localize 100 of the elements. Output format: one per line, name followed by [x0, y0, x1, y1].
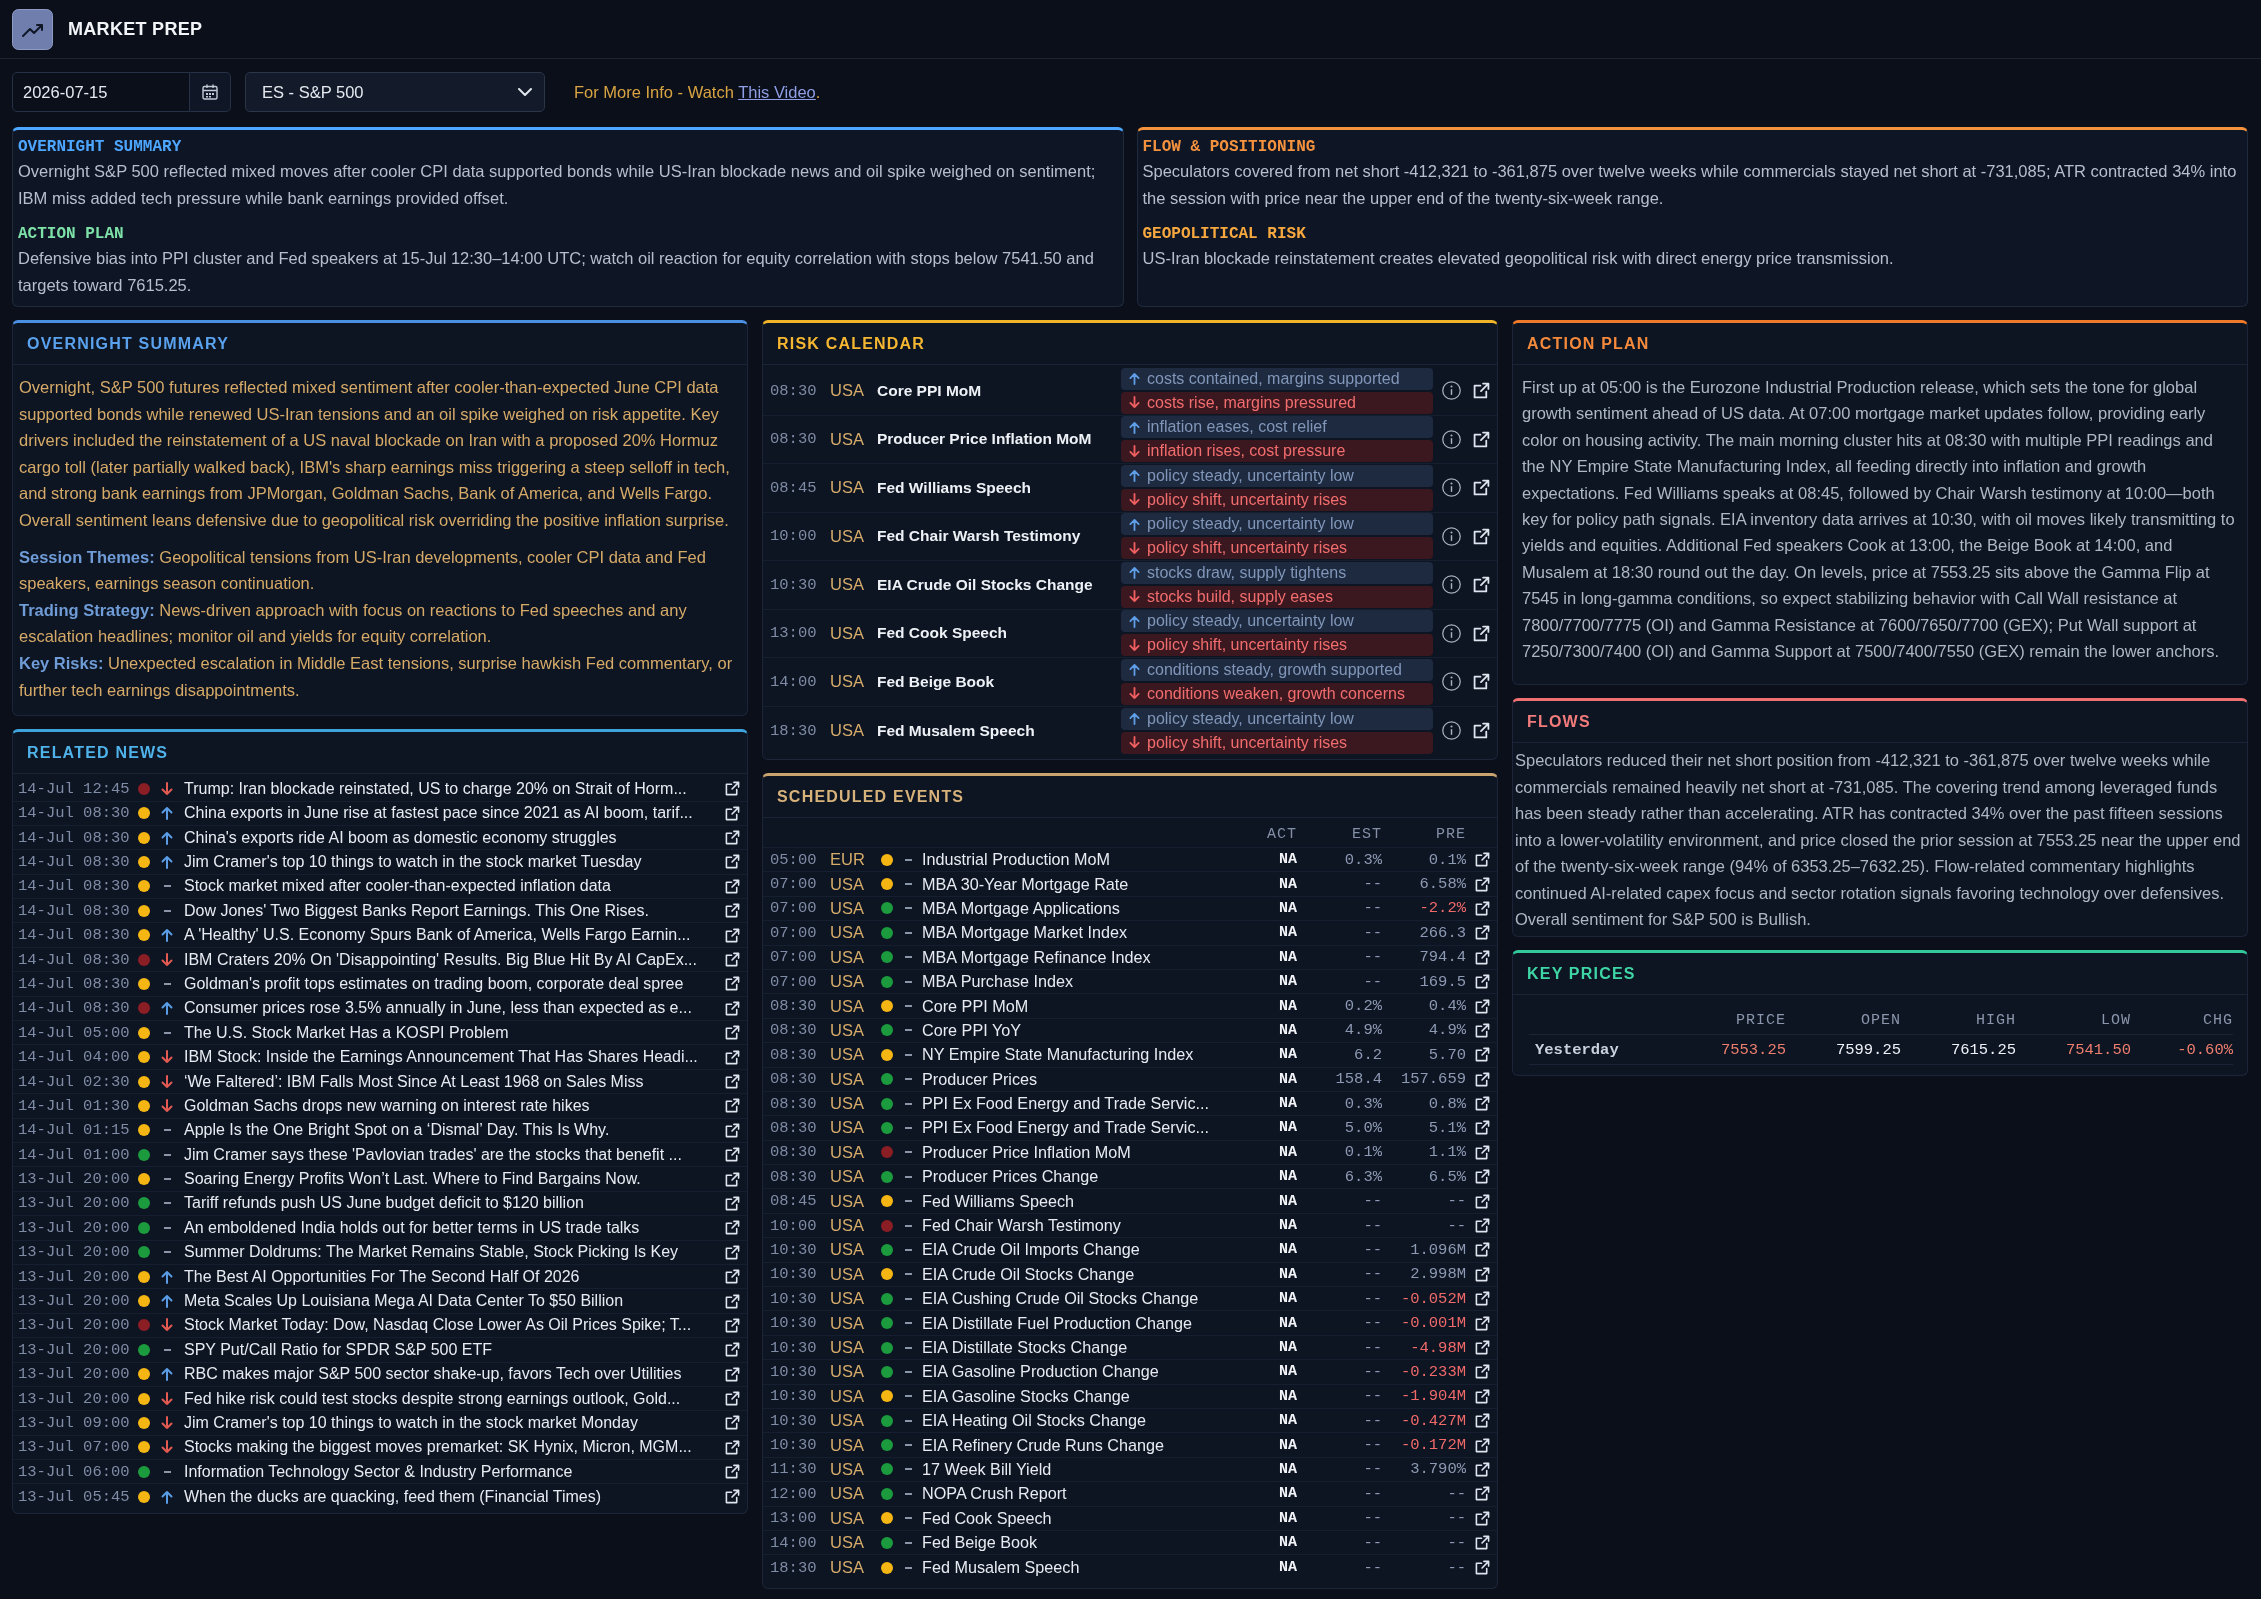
instrument-dropdown[interactable]: ES - S&P 500 [245, 72, 545, 112]
external-link-icon[interactable] [1473, 527, 1490, 545]
external-link-icon[interactable] [1475, 1413, 1490, 1429]
info-icon[interactable] [1442, 672, 1461, 692]
external-link-icon[interactable] [1473, 722, 1490, 740]
external-link-icon[interactable] [1475, 1388, 1490, 1404]
external-link-icon[interactable] [1475, 1047, 1490, 1063]
external-link-icon[interactable] [725, 1366, 740, 1382]
external-link-icon[interactable] [725, 903, 740, 919]
external-link-icon[interactable] [725, 1074, 740, 1089]
external-link-icon[interactable] [1475, 1071, 1490, 1087]
external-link-icon[interactable] [725, 830, 740, 846]
external-link-icon[interactable] [725, 805, 740, 821]
external-link-icon[interactable] [725, 927, 740, 943]
external-link-icon[interactable] [725, 1025, 740, 1041]
news-time: 13-Jul 20:00 [18, 1365, 131, 1384]
external-link-icon[interactable] [725, 1195, 740, 1211]
previous-value: 794.4 [1418, 948, 1466, 967]
external-link-icon[interactable] [1475, 876, 1490, 892]
external-link-icon[interactable] [725, 781, 740, 797]
external-link-icon[interactable] [1475, 1266, 1490, 1282]
external-link-icon[interactable] [725, 952, 740, 968]
external-link-icon[interactable] [725, 1293, 740, 1309]
external-link-icon[interactable] [1473, 576, 1490, 594]
event-name: Core PPI MoM [877, 381, 983, 400]
video-link[interactable]: This Video [738, 82, 816, 101]
estimate-value: -- [1362, 1362, 1382, 1381]
external-link-icon[interactable] [1473, 673, 1490, 691]
external-link-icon[interactable] [1473, 624, 1490, 642]
external-link-icon[interactable] [725, 1147, 740, 1163]
external-link-icon[interactable] [1475, 1242, 1490, 1258]
external-link-icon[interactable] [725, 854, 740, 870]
external-link-icon[interactable] [1473, 479, 1490, 497]
external-link-icon[interactable] [725, 976, 740, 992]
external-link-icon[interactable] [725, 1000, 740, 1016]
event-region: USA [830, 1069, 865, 1089]
info-icon[interactable] [1442, 478, 1461, 498]
external-link-icon[interactable] [1473, 382, 1490, 400]
external-link-icon[interactable] [1475, 974, 1490, 990]
external-link-icon[interactable] [1475, 1169, 1490, 1185]
external-link-icon[interactable] [1475, 900, 1490, 916]
date-field[interactable]: 2026-07-15 [12, 72, 190, 112]
event-region: USA [830, 1191, 865, 1211]
external-link-icon[interactable] [1473, 430, 1490, 448]
external-link-icon[interactable] [725, 878, 740, 894]
external-link-icon[interactable] [1475, 1510, 1490, 1526]
external-link-icon[interactable] [1475, 949, 1490, 965]
external-link-icon[interactable] [725, 1415, 740, 1431]
external-link-icon[interactable] [725, 1342, 740, 1358]
external-link-icon[interactable] [725, 1122, 740, 1138]
external-link-icon[interactable] [1475, 1364, 1490, 1380]
external-link-icon[interactable] [1475, 1560, 1490, 1575]
external-link-icon[interactable] [1475, 1096, 1490, 1112]
external-link-icon[interactable] [1475, 1193, 1490, 1209]
external-link-icon[interactable] [725, 1317, 740, 1333]
info-icon[interactable] [1442, 721, 1461, 741]
calendar-button[interactable] [190, 72, 231, 112]
external-link-icon[interactable] [1475, 1437, 1490, 1453]
external-link-icon[interactable] [725, 1171, 740, 1187]
external-link-icon[interactable] [725, 1464, 740, 1480]
event-name: EIA Gasoline Production Change [921, 1362, 1160, 1382]
external-link-icon[interactable] [725, 1269, 740, 1285]
external-link-icon[interactable] [725, 1098, 740, 1114]
external-link-icon[interactable] [1475, 1486, 1490, 1502]
event-time: 18:30 [770, 1558, 818, 1577]
news-time: 14-Jul 01:30 [18, 1096, 131, 1115]
external-link-icon[interactable] [1475, 1315, 1490, 1331]
external-link-icon[interactable] [725, 1391, 740, 1407]
info-icon[interactable] [1442, 526, 1461, 546]
section-heading: OVERNIGHT SUMMARY [18, 137, 183, 157]
event-name: Industrial Production MoM [921, 850, 1112, 870]
event-time: 08:30 [770, 381, 818, 400]
event-time: 07:00 [770, 923, 818, 942]
event-name: EIA Crude Oil Stocks Change [921, 1264, 1136, 1284]
event-region: USA [830, 1216, 865, 1236]
external-link-icon[interactable] [1475, 1218, 1490, 1234]
external-link-icon[interactable] [1475, 1144, 1490, 1160]
external-link-icon[interactable] [725, 1049, 740, 1065]
external-link-icon[interactable] [725, 1489, 740, 1505]
external-link-icon[interactable] [1475, 998, 1490, 1014]
external-link-icon[interactable] [1475, 1022, 1490, 1038]
info-icon[interactable] [1442, 429, 1461, 449]
external-link-icon[interactable] [725, 1439, 740, 1455]
external-link-icon[interactable] [1475, 1461, 1490, 1477]
estimate-value: -- [1362, 1436, 1382, 1455]
info-icon[interactable] [1442, 623, 1461, 643]
external-link-icon[interactable] [1475, 1291, 1490, 1307]
section-heading: FLOW & POSITIONING [1142, 137, 1317, 157]
external-link-icon[interactable] [725, 1220, 740, 1236]
external-link-icon[interactable] [1475, 1535, 1490, 1551]
section-text: Speculators covered from net short -412,321 to -361,875 over twelve weeks while commercials stayed net short at -731,085; ATR contracted 34% into the session with price near the upper end of the twenty-six-week range. [1142, 161, 2237, 209]
external-link-icon[interactable] [1475, 1120, 1490, 1136]
info-icon[interactable] [1442, 381, 1461, 401]
previous-value: 169.5 [1418, 972, 1466, 991]
external-link-icon[interactable] [725, 1244, 740, 1260]
external-link-icon[interactable] [1475, 925, 1490, 941]
external-link-icon[interactable] [1475, 852, 1490, 868]
external-link-icon[interactable] [1475, 1340, 1490, 1355]
flows-text: Speculators reduced their net short position from -412,321 to -361,875 over twelve weeks while commercials remained heavily net short at -731,085. The covering trend among leveraged funds has been steady rather than accelerating. ATR has contracted 34% over the past fifteen sessions into a lower-volatility environment, and price closed the prior session at 7553.25 near the upper end of the twenty-six-week range (94% of 6353.25–7632.25). Flow-related commentary highlights continued AI-related capex focus and sector rotation signals favoring technology over defensives. Overall sentiment for S&P 500 is Bullish. [1514, 750, 2242, 930]
info-icon[interactable] [1442, 575, 1461, 595]
